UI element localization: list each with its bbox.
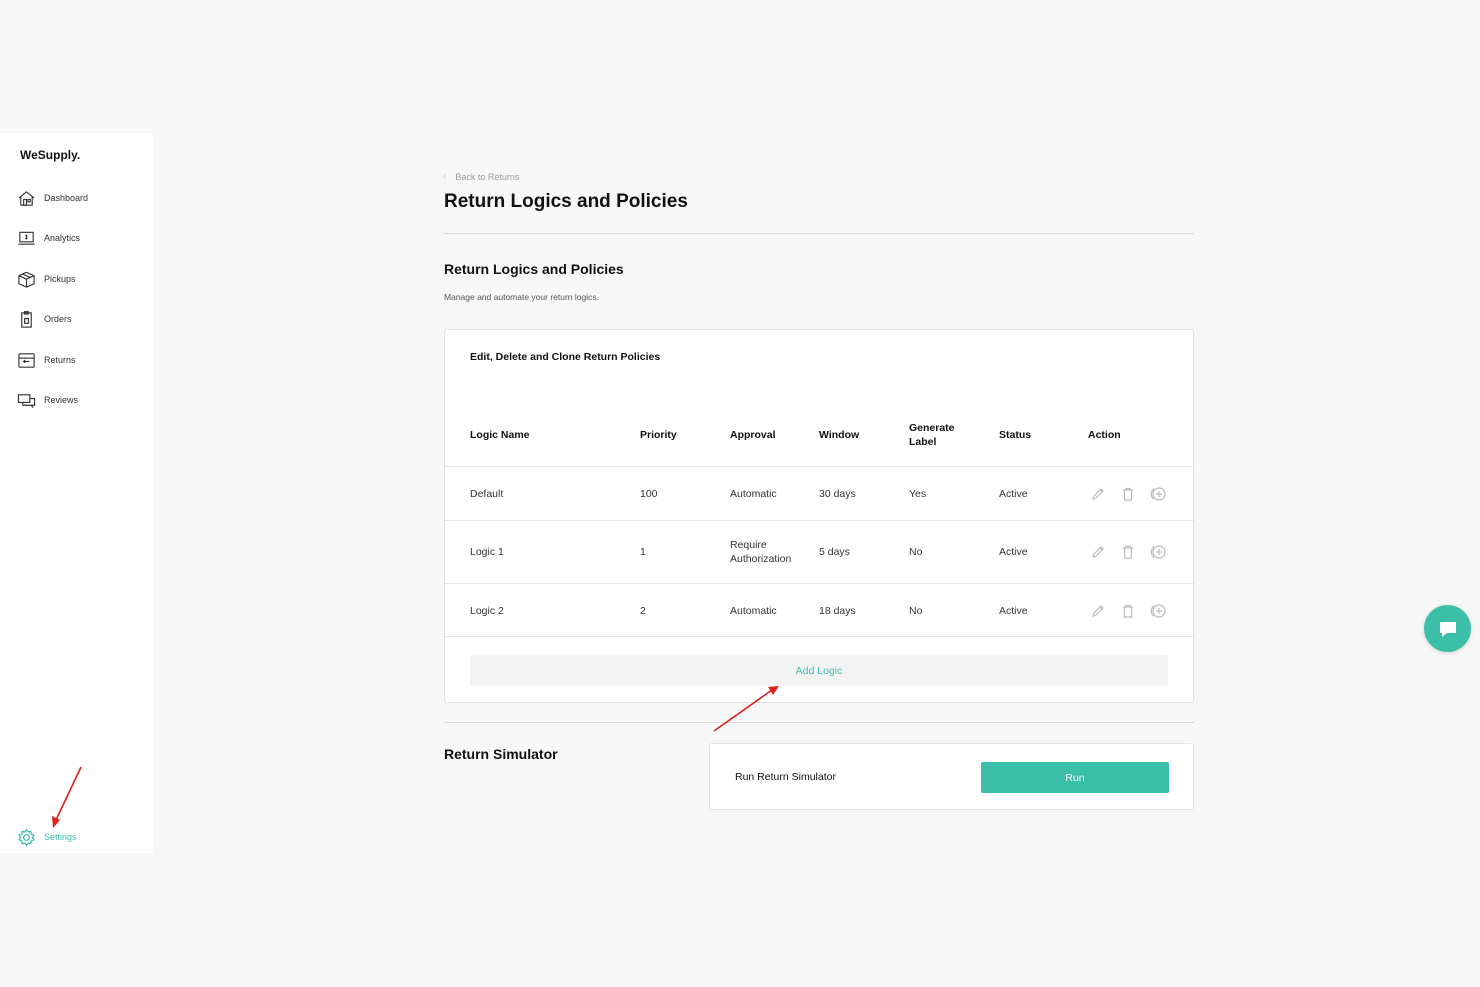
column-header: Action (1088, 429, 1121, 441)
sidebar-item-label: Analytics (44, 233, 81, 243)
simulator-label: Run Return Simulator (735, 771, 836, 783)
cell-window: 5 days (819, 546, 850, 558)
column-header: Approval (730, 429, 776, 441)
run-button[interactable]: Run (981, 762, 1169, 793)
cell-status: Active (999, 605, 1028, 617)
card-title: Edit, Delete and Clone Return Policies (470, 351, 661, 363)
column-header: Logic Name (470, 429, 530, 441)
row-actions (1088, 601, 1168, 621)
reviews-icon (17, 393, 36, 408)
chat-button[interactable] (1424, 605, 1471, 652)
cell-priority: 1 (640, 546, 646, 558)
table-row: Logic 2 2 Automatic 18 days No Active (445, 583, 1193, 637)
policies-card: Edit, Delete and Clone Return Policies L… (444, 329, 1194, 703)
clone-icon[interactable] (1148, 542, 1168, 562)
table-row: Default 100 Automatic 30 days Yes Active (445, 466, 1193, 520)
sidebar-item-pickups[interactable]: Pickups (17, 268, 76, 290)
cell-window: 30 days (819, 488, 856, 500)
app-window: WeSupply. Dashboard Analytics Pickups Or… (0, 133, 1480, 853)
cell-generate-label: No (909, 605, 923, 617)
sidebar-item-analytics[interactable]: Analytics (17, 227, 80, 249)
column-header: Priority (640, 429, 677, 441)
simulator-title: Return Simulator (444, 746, 558, 762)
back-link-label: Back to Returns (455, 171, 520, 182)
sidebar-item-label: Dashboard (44, 193, 89, 203)
sidebar-item-label: Returns (44, 355, 76, 365)
cell-priority: 100 (640, 488, 658, 500)
main-content: ‹ Back to Returns Return Logics and Poli… (153, 133, 1480, 853)
section-subtitle: Manage and automate your return logics. (444, 292, 599, 302)
cell-approval: Require Authorization (730, 539, 792, 565)
sidebar-item-dashboard[interactable]: Dashboard (17, 187, 88, 209)
cell-generate-label: Yes (909, 488, 927, 500)
page-title: Return Logics and Policies (444, 191, 688, 212)
row-actions (1088, 542, 1168, 562)
gear-icon (18, 827, 35, 847)
sidebar-item-label: Orders (44, 314, 72, 324)
clone-icon[interactable] (1148, 601, 1168, 621)
sidebar: WeSupply. Dashboard Analytics Pickups Or… (0, 133, 153, 853)
delete-icon[interactable] (1118, 542, 1138, 562)
cell-logic-name: Default (470, 488, 504, 500)
delete-icon[interactable] (1118, 484, 1138, 504)
cell-logic-name: Logic 2 (470, 605, 504, 617)
chevron-left-icon: ‹ (443, 171, 447, 182)
clipboard-icon (21, 310, 32, 328)
analytics-icon (18, 231, 35, 245)
sidebar-item-label: Settings (44, 832, 77, 842)
cell-logic-name: Logic 1 (470, 546, 504, 558)
simulator-card: Run Return Simulator Run (709, 743, 1194, 810)
cell-priority: 2 (640, 605, 646, 617)
clone-icon[interactable] (1148, 484, 1168, 504)
sidebar-item-returns[interactable]: Returns (17, 349, 76, 371)
section-title: Return Logics and Policies (444, 261, 624, 277)
cell-status: Active (999, 546, 1028, 558)
column-header: Window (819, 429, 860, 441)
box-icon (18, 271, 35, 288)
edit-icon[interactable] (1088, 601, 1108, 621)
cell-generate-label: No (909, 546, 923, 558)
back-link[interactable]: ‹ Back to Returns (443, 171, 519, 182)
cell-approval: Automatic (730, 488, 777, 500)
sidebar-item-reviews[interactable]: Reviews (17, 389, 78, 411)
edit-icon[interactable] (1088, 542, 1108, 562)
sidebar-item-orders[interactable]: Orders (17, 308, 72, 330)
edit-icon[interactable] (1088, 484, 1108, 504)
divider (444, 722, 1194, 723)
column-header: Status (999, 429, 1032, 441)
row-actions (1088, 484, 1168, 504)
sidebar-item-label: Pickups (44, 274, 76, 284)
brand-logo: WeSupply. (20, 148, 81, 162)
table-row: Logic 1 1 Require Authorization 5 days N… (445, 520, 1193, 583)
sidebar-item-label: Reviews (44, 395, 79, 405)
returns-icon (18, 352, 35, 368)
sidebar-item-settings[interactable]: Settings (17, 826, 77, 848)
add-logic-button[interactable]: Add Logic (470, 655, 1168, 686)
delete-icon[interactable] (1118, 601, 1138, 621)
cell-window: 18 days (819, 605, 856, 617)
cell-status: Active (999, 488, 1028, 500)
column-header: Generate Label (909, 422, 955, 448)
chat-icon (1439, 621, 1456, 637)
divider (444, 233, 1194, 234)
home-icon (18, 190, 35, 206)
cell-approval: Automatic (730, 605, 777, 617)
